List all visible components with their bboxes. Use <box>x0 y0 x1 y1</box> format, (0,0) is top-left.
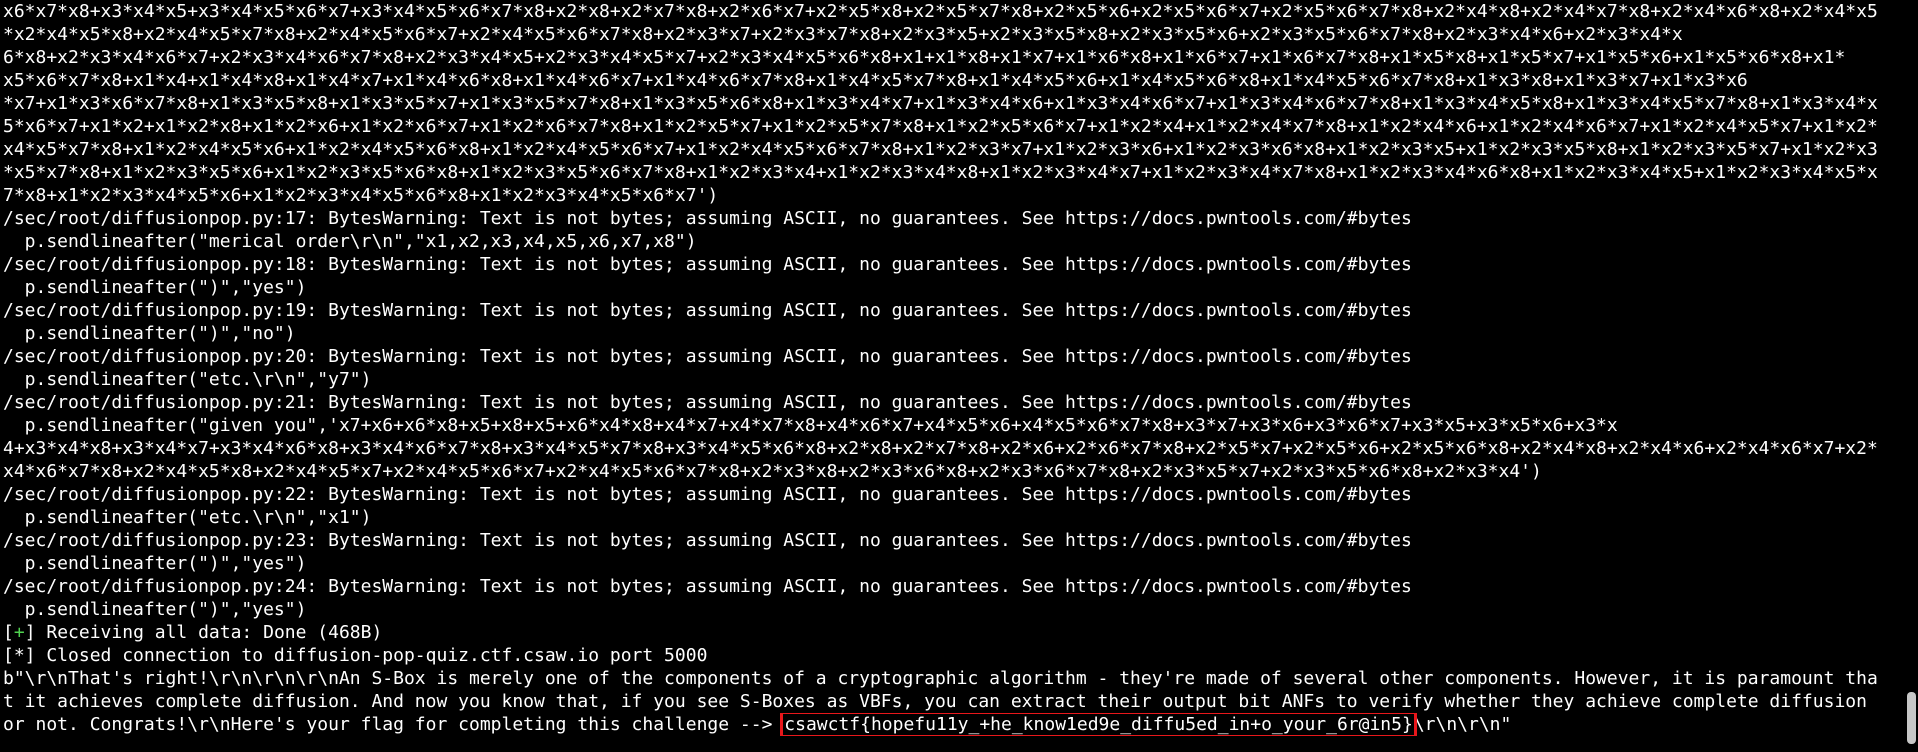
terminal-line: p.sendlineafter(")","yes") <box>3 599 307 620</box>
terminal-line: /sec/root/diffusionpop.py:19: BytesWarni… <box>3 300 1412 321</box>
terminal-line: p.sendlineafter("merical order\r\n","x1,… <box>3 231 697 252</box>
terminal-line: 7*x8+x1*x2*x3*x4*x5*x6+x1*x2*x3*x4*x5*x6… <box>3 185 719 206</box>
terminal-line: x4*x5*x7*x8+x1*x2*x4*x5*x6+x1*x2*x4*x5*x… <box>3 139 1878 160</box>
terminal-line: x6*x7*x8+x3*x4*x5+x3*x4*x5*x6*x7+x3*x4*x… <box>3 1 1878 22</box>
closed-connection-line: [*] Closed connection to diffusion-pop-q… <box>3 645 708 666</box>
success-marker: + <box>13 622 25 643</box>
terminal-line: p.sendlineafter("etc.\r\n","x1") <box>3 507 372 528</box>
terminal-line: 6*x8+x2*x3*x4*x6*x7+x2*x3*x4*x6*x7*x8+x2… <box>3 47 1846 68</box>
flag-highlight-box: csawctf{hopefu11y_+he_know1ed9e_diffu5ed… <box>780 713 1417 736</box>
terminal-line: *x7+x1*x3*x6*x7*x8+x1*x3*x5*x8+x1*x3*x5*… <box>3 93 1878 114</box>
terminal-lines: x6*x7*x8+x3*x4*x5+x3*x4*x5*x6*x7+x3*x4*x… <box>3 0 1904 621</box>
output-line-1: b"\r\nThat's right!\r\n\r\n\r\nAn S-Box … <box>3 668 1878 689</box>
terminal-line: /sec/root/diffusionpop.py:18: BytesWarni… <box>3 254 1412 275</box>
terminal-line: p.sendlineafter(")","no") <box>3 323 296 344</box>
terminal-line: /sec/root/diffusionpop.py:22: BytesWarni… <box>3 484 1412 505</box>
terminal-line: /sec/root/diffusionpop.py:21: BytesWarni… <box>3 392 1412 413</box>
terminal-output[interactable]: x6*x7*x8+x3*x4*x5+x3*x4*x5*x6*x7+x3*x4*x… <box>0 0 1904 752</box>
terminal-line: p.sendlineafter(")","yes") <box>3 277 307 298</box>
terminal-line: x4*x6*x7*x8+x2*x4*x5*x8+x2*x4*x5*x7+x2*x… <box>3 461 1542 482</box>
terminal-line: /sec/root/diffusionpop.py:17: BytesWarni… <box>3 208 1412 229</box>
terminal-line: *x5*x7*x8+x1*x2*x3*x5*x6+x1*x2*x3*x5*x6*… <box>3 162 1878 183</box>
status-bracket-open: [ <box>3 622 14 643</box>
terminal-line: /sec/root/diffusionpop.py:24: BytesWarni… <box>3 576 1412 597</box>
receiving-status-line: [+] Receiving all data: Done (468B) <box>3 621 1904 644</box>
terminal-line: *x2*x4*x5*x8+x2*x4*x5*x7*x8+x2*x4*x5*x6*… <box>3 24 1683 45</box>
terminal-scrollbar[interactable] <box>1904 0 1918 752</box>
status-bracket-close: ] <box>24 622 36 643</box>
output-line-2: t it achieves complete diffusion. And no… <box>3 691 1867 712</box>
terminal-line: /sec/root/diffusionpop.py:20: BytesWarni… <box>3 346 1412 367</box>
terminal-line: p.sendlineafter(")","yes") <box>3 553 307 574</box>
terminal-line: x5*x6*x7*x8+x1*x4+x1*x4*x8+x1*x4*x7+x1*x… <box>3 70 1748 91</box>
receiving-status-text: Receiving all data: Done (468B) <box>35 622 383 643</box>
output-line-3: or not. Congrats!\r\nHere's your flag fo… <box>3 713 1904 736</box>
flag-prefix-text: or not. Congrats!\r\nHere's your flag fo… <box>3 714 784 735</box>
terminal-line: p.sendlineafter("etc.\r\n","y7") <box>3 369 372 390</box>
terminal-line: p.sendlineafter("given you",'x7+x6+x6*x8… <box>3 415 1618 436</box>
flag-suffix-text: \r\n\r\n" <box>1413 714 1512 735</box>
terminal-line: 4+x3*x4*x8+x3*x4*x7+x3*x4*x6*x8+x3*x4*x6… <box>3 438 1878 459</box>
terminal-line: /sec/root/diffusionpop.py:23: BytesWarni… <box>3 530 1412 551</box>
scrollbar-thumb[interactable] <box>1907 692 1916 744</box>
terminal-line: 5*x6*x7+x1*x2+x1*x2*x8+x1*x2*x6+x1*x2*x6… <box>3 116 1878 137</box>
